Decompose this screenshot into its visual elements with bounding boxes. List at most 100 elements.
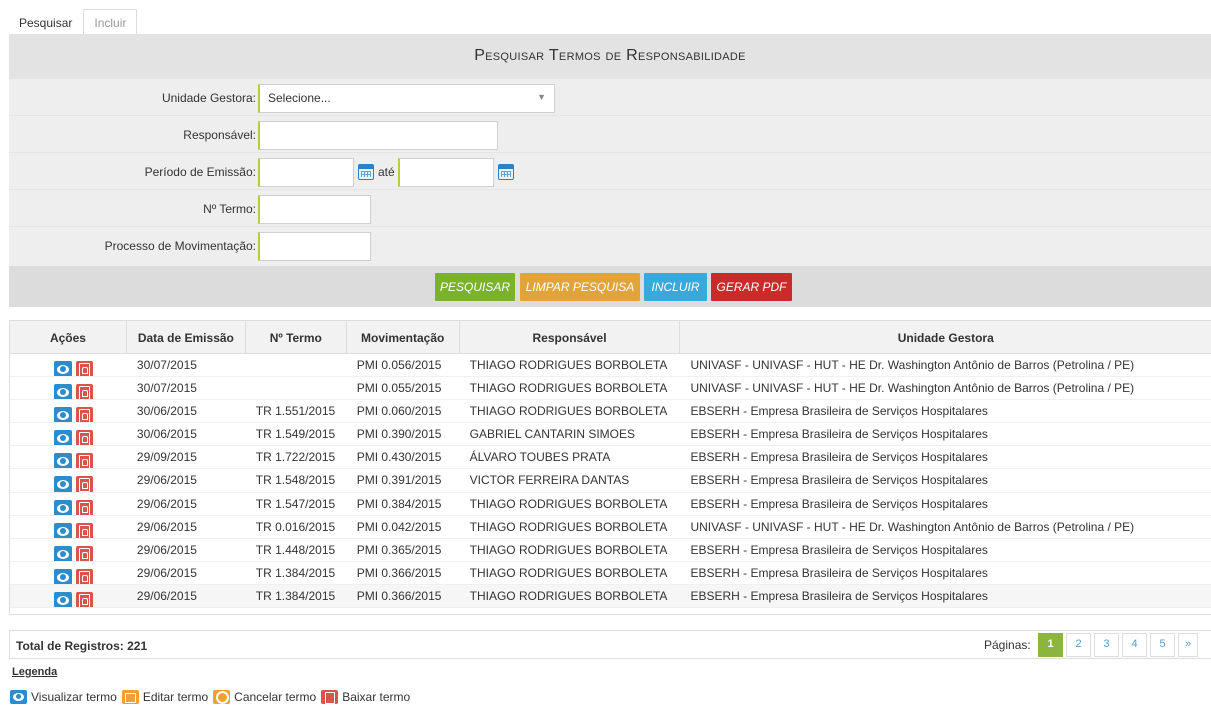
eye-icon[interactable] (54, 522, 72, 538)
cell-data-emissao: 30/07/2015 (136, 381, 197, 396)
calendar-icon[interactable] (358, 164, 374, 180)
eye-icon[interactable] (54, 499, 72, 515)
row-processo-movimentacao: Processo de Movimentação: (9, 226, 1211, 266)
cell-numero-termo: TR 1.448/2015 (255, 542, 336, 557)
legend-editar: Editar termo (142, 690, 209, 704)
cell-responsavel: THIAGO RODRIGUES BORBOLETA (469, 358, 668, 372)
cell-movimentacao: PMI 0.042/2015 (356, 519, 442, 534)
cell-responsavel: THIAGO RODRIGUES BORBOLETA (469, 588, 668, 603)
pdf-icon[interactable] (76, 407, 93, 423)
cell-unidade-gestora: UNIVASF - UNIVASF - HUT - HE Dr. Washing… (690, 519, 1135, 534)
cell-numero-termo: TR 0.016/2015 (255, 519, 336, 534)
table-row: 29/06/2015 TR 1.384/2015 PMI 0.366/2015 THI… (10, 584, 1211, 609)
row-responsavel: Responsável: (9, 115, 1211, 152)
page-4-button[interactable]: 4 (1122, 633, 1147, 657)
tab-bar: Pesquisar Incluir (8, 9, 138, 35)
pdf-icon[interactable] (76, 361, 93, 377)
cell-movimentacao: PMI 0.390/2015 (356, 427, 442, 442)
incluir-button[interactable]: Incluir (644, 273, 707, 301)
pdf-icon[interactable] (76, 499, 93, 515)
table-row: 29/09/2015 TR 1.722/2015 PMI 0.430/2015 ÁLV… (10, 446, 1211, 470)
table-row: 29/06/2015 TR 0.016/2015 PMI 0.042/2015 THI… (10, 516, 1211, 539)
limpar-pesquisa-button[interactable]: Limpar Pesquisa (520, 273, 640, 301)
cell-responsavel: THIAGO RODRIGUES BORBOLETA (469, 519, 668, 534)
eye-icon[interactable] (54, 384, 72, 400)
periodo-inicio-input[interactable] (258, 158, 354, 187)
eye-icon[interactable] (54, 361, 72, 377)
cell-unidade-gestora: EBSERH - Empresa Brasileira de Serviços … (690, 427, 988, 442)
legend-baixar: Baixar termo (342, 690, 411, 704)
gerar-pdf-button[interactable]: Gerar PDF (711, 273, 792, 301)
pdf-icon[interactable] (76, 522, 93, 538)
pdf-icon[interactable] (76, 476, 93, 492)
row-actions (10, 493, 127, 515)
cell-data-emissao: 30/06/2015 (136, 404, 197, 419)
eye-icon[interactable] (54, 453, 72, 469)
periodo-fim-input[interactable] (398, 158, 494, 187)
results-table: Ações Data de Emissão Nº Termo Movimenta… (9, 320, 1211, 615)
row-actions (10, 516, 127, 538)
col-numero-termo[interactable]: Nº Termo (246, 321, 347, 353)
table-header: Ações Data de Emissão Nº Termo Movimenta… (10, 321, 1211, 354)
cell-numero-termo: TR 1.384/2015 (255, 565, 336, 580)
table-row: 30/06/2015 TR 1.549/2015 PMI 0.390/2015 GAB… (10, 423, 1211, 447)
eye-icon[interactable] (54, 591, 72, 608)
col-data-emissao[interactable]: Data de Emissão (127, 321, 246, 353)
tab-incluir[interactable]: Incluir (83, 9, 138, 35)
edit-icon (121, 690, 139, 704)
pdf-icon[interactable] (76, 568, 93, 584)
pdf-icon[interactable] (76, 453, 93, 469)
legend-title: Legenda (12, 666, 58, 678)
cell-data-emissao: 29/06/2015 (136, 565, 197, 580)
calendar-icon[interactable] (498, 164, 514, 180)
next-pages-button[interactable]: » (1178, 633, 1198, 657)
eye-icon[interactable] (54, 407, 72, 423)
col-acoes: Ações (10, 321, 127, 353)
pdf-icon[interactable] (76, 545, 93, 561)
unidade-gestora-value: Selecione... (268, 91, 331, 105)
tab-pesquisar[interactable]: Pesquisar (8, 9, 84, 35)
table-row: 29/06/2015 TR 1.547/2015 PMI 0.384/2015 THI… (10, 493, 1211, 516)
cell-movimentacao: PMI 0.365/2015 (356, 542, 442, 557)
pdf-icon[interactable] (76, 591, 93, 608)
page-1-button[interactable]: 1 (1038, 633, 1063, 657)
pdf-icon[interactable] (76, 430, 93, 446)
cell-unidade-gestora: EBSERH - Empresa Brasileira de Serviços … (690, 450, 988, 465)
row-unidade-gestora: Unidade Gestora: Selecione... ▼ (9, 78, 1211, 115)
cell-responsavel: VICTOR FERREIRA DANTAS (469, 473, 630, 488)
col-movimentacao[interactable]: Movimentação (347, 321, 460, 353)
pdf-icon[interactable] (76, 384, 93, 400)
eye-icon[interactable] (54, 430, 72, 446)
cell-unidade-gestora: EBSERH - Empresa Brasileira de Serviços … (690, 542, 988, 557)
cell-movimentacao: PMI 0.055/2015 (356, 381, 442, 396)
pesquisar-button[interactable]: Pesquisar (435, 273, 515, 301)
pdf-icon (321, 690, 339, 704)
unidade-gestora-select[interactable]: Selecione... ▼ (258, 84, 555, 113)
total-registros: Total de Registros: 221 (16, 639, 148, 653)
cancel-icon (213, 690, 231, 704)
cell-data-emissao: 29/06/2015 (136, 519, 197, 534)
eye-icon[interactable] (54, 545, 72, 561)
numero-termo-label: Nº Termo: (203, 202, 256, 216)
cell-numero-termo (246, 377, 347, 399)
table-row: 30/07/2015 PMI 0.056/2015 THIAGO RODRIGUES… (10, 354, 1211, 378)
numero-termo-input[interactable] (258, 195, 371, 224)
cell-movimentacao: PMI 0.366/2015 (356, 565, 442, 580)
row-periodo-emissao: Período de Emissão: até (9, 152, 1211, 189)
page-5-button[interactable]: 5 (1150, 633, 1175, 657)
cell-numero-termo: TR 1.722/2015 (255, 450, 336, 465)
row-actions (10, 354, 127, 377)
col-responsavel[interactable]: Responsável (460, 321, 681, 353)
col-unidade-gestora[interactable]: Unidade Gestora (680, 321, 1211, 353)
cell-movimentacao: PMI 0.384/2015 (356, 496, 442, 511)
page-2-button[interactable]: 2 (1066, 633, 1091, 657)
eye-icon[interactable] (54, 568, 72, 584)
eye-icon[interactable] (54, 476, 72, 492)
processo-movimentacao-input[interactable] (258, 232, 371, 261)
cell-unidade-gestora: EBSERH - Empresa Brasileira de Serviços … (690, 473, 988, 488)
responsavel-input[interactable] (258, 121, 498, 150)
cell-data-emissao: 30/06/2015 (136, 427, 197, 442)
page-3-button[interactable]: 3 (1094, 633, 1119, 657)
table-row: 29/06/2015 TR 1.448/2015 PMI 0.365/2015 THI… (10, 539, 1211, 562)
cell-unidade-gestora: EBSERH - Empresa Brasileira de Serviços … (690, 565, 988, 580)
